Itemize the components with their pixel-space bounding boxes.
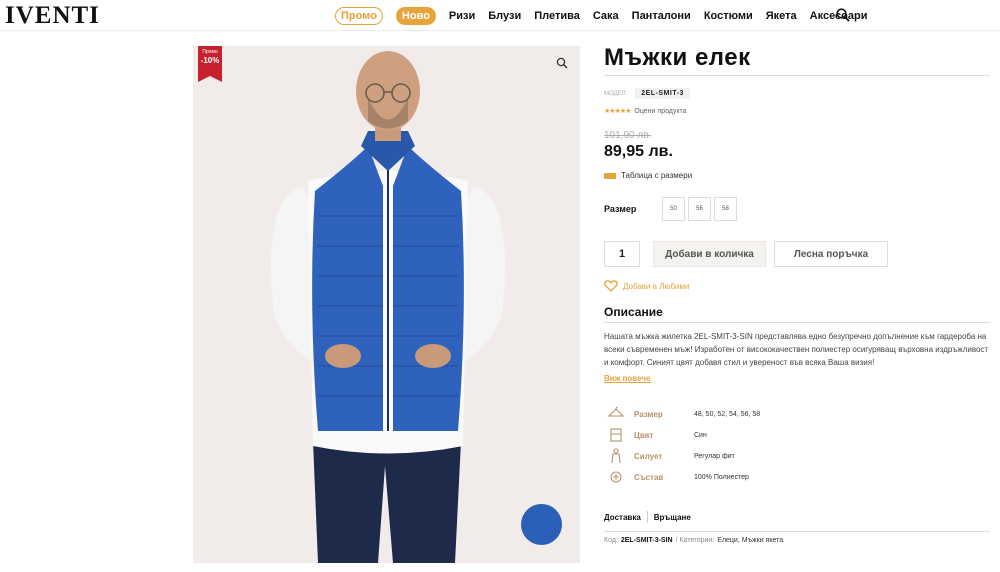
description-title: Описание bbox=[604, 305, 663, 319]
sku-value: 2EL-SMIT-3-SIN bbox=[620, 537, 673, 544]
divider bbox=[604, 531, 990, 532]
categories-label: / Категории: bbox=[675, 537, 715, 544]
spec-row: Цвят Син bbox=[604, 427, 990, 448]
silhouette-icon bbox=[611, 448, 621, 464]
add-to-cart-button[interactable]: Добави в количка bbox=[653, 241, 766, 267]
size-table-link[interactable]: Таблица с размери bbox=[604, 171, 692, 180]
quick-order-button[interactable]: Лесна поръчка bbox=[774, 241, 888, 267]
hanger-icon bbox=[607, 406, 625, 417]
old-price: 101,90 лв. bbox=[604, 130, 652, 141]
promo-badge: Промо -10% bbox=[198, 46, 222, 82]
product-title: Мъжки елек bbox=[604, 44, 751, 71]
product-photo bbox=[193, 46, 580, 563]
tab-delivery[interactable]: Доставка bbox=[604, 513, 641, 522]
model-label: МОДЕЛ: bbox=[604, 90, 628, 97]
spec-row: Състав 100% Полиестер bbox=[604, 469, 990, 490]
fabric-icon bbox=[610, 471, 622, 483]
star-rating-icon[interactable]: ★★★★★ bbox=[604, 107, 631, 115]
nav-item-trousers[interactable]: Панталони bbox=[632, 10, 691, 22]
size-table-label[interactable]: Таблица с размери bbox=[621, 171, 692, 180]
spec-label: Размер bbox=[634, 410, 663, 419]
size-option[interactable]: 50 bbox=[662, 197, 685, 221]
rating-row[interactable]: ★★★★★ Оцени продукта bbox=[604, 107, 687, 116]
size-option[interactable]: 58 bbox=[714, 197, 737, 221]
model-code: 2EL-SMIT-3 bbox=[635, 88, 690, 99]
spec-row: Размер 48, 50, 52, 54, 56, 58 bbox=[604, 406, 990, 427]
description-text: Нашата мъжка жилетка 2EL-SMIT-3-SIN пред… bbox=[604, 332, 989, 367]
spec-row: Силует Регулар фит bbox=[604, 448, 990, 469]
spec-value: 48, 50, 52, 54, 56, 58 bbox=[694, 411, 761, 418]
nav-item-blouses[interactable]: Блузи bbox=[488, 10, 521, 22]
price: 89,95 лв. bbox=[604, 143, 673, 160]
product-image[interactable]: Промо -10% bbox=[193, 46, 580, 563]
wishlist-label[interactable]: Добави в Любими bbox=[623, 282, 690, 291]
size-options: 50 56 58 bbox=[662, 197, 737, 221]
categories-links[interactable]: Елеци, Мъжки якета bbox=[717, 537, 783, 544]
size-option[interactable]: 56 bbox=[688, 197, 711, 221]
divider bbox=[604, 75, 990, 76]
specs-list: Размер 48, 50, 52, 54, 56, 58 Цвят Син С… bbox=[604, 406, 990, 490]
search-icon[interactable] bbox=[836, 8, 850, 22]
paint-icon bbox=[610, 428, 622, 442]
nav-item-knitwear[interactable]: Плетива bbox=[534, 10, 580, 22]
spec-label: Състав bbox=[634, 473, 664, 482]
spec-label: Цвят bbox=[634, 431, 654, 440]
nav-item-blazers[interactable]: Сака bbox=[593, 10, 619, 22]
promo-badge-label: Промо bbox=[202, 49, 218, 55]
site-logo[interactable]: IVENTI bbox=[5, 2, 100, 30]
divider bbox=[646, 511, 648, 523]
size-label: Размер bbox=[604, 204, 637, 214]
spec-value: 100% Полиестер bbox=[694, 474, 749, 481]
info-tabs: Доставка Връщане bbox=[604, 511, 691, 523]
nav-item-promo[interactable]: Промо bbox=[335, 7, 383, 25]
chat-button[interactable] bbox=[521, 504, 562, 545]
model-row: МОДЕЛ: 2EL-SMIT-3 bbox=[604, 88, 690, 99]
tab-returns[interactable]: Връщане bbox=[654, 513, 691, 522]
wishlist-link[interactable]: Добави в Любими bbox=[604, 280, 690, 292]
nav-item-jackets[interactable]: Якета bbox=[766, 10, 797, 22]
promo-badge-discount: -10% bbox=[200, 56, 220, 65]
spec-value: Син bbox=[694, 432, 707, 439]
nav-item-suits[interactable]: Костюми bbox=[704, 10, 753, 22]
spec-label: Силует bbox=[634, 452, 663, 461]
sku-label: Код: bbox=[604, 537, 618, 544]
nav-item-new[interactable]: Ново bbox=[395, 7, 436, 25]
divider bbox=[604, 322, 990, 323]
heart-icon[interactable] bbox=[604, 280, 618, 292]
site-header: IVENTI Промо Ново Ризи Блузи Плетива Сак… bbox=[0, 0, 1000, 31]
product-meta: Код: 2EL-SMIT-3-SIN / Категории: Елеци, … bbox=[604, 537, 783, 544]
zoom-icon[interactable] bbox=[556, 57, 568, 69]
nav-item-shirts[interactable]: Ризи bbox=[449, 10, 475, 22]
ruler-icon bbox=[604, 172, 616, 179]
read-more-link[interactable]: Виж повече bbox=[604, 374, 650, 383]
spec-value: Регулар фит bbox=[694, 453, 735, 460]
main-nav: Промо Ново Ризи Блузи Плетива Сака Панта… bbox=[335, 7, 868, 25]
quantity-input[interactable]: 1 bbox=[604, 241, 640, 267]
rating-link[interactable]: Оцени продукта bbox=[634, 108, 686, 115]
